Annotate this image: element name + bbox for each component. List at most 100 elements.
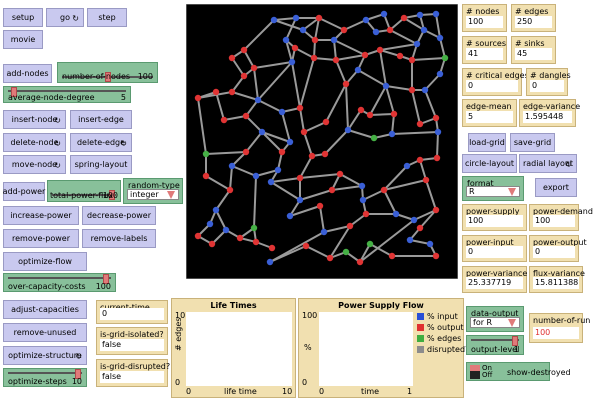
network-node[interactable] [356, 258, 364, 266]
optimize-steps-slider[interactable]: optimize-steps 10 [3, 368, 87, 387]
network-node[interactable] [310, 54, 318, 62]
network-node[interactable] [359, 196, 367, 204]
network-node[interactable] [354, 66, 362, 74]
average-node-degree-slider[interactable]: average-node-degree 5 [3, 86, 131, 103]
network-node[interactable] [426, 240, 434, 248]
network-node[interactable] [299, 26, 307, 34]
network-node[interactable] [286, 138, 294, 146]
network-node[interactable] [296, 104, 304, 112]
network-node[interactable] [434, 128, 442, 136]
network-node[interactable] [342, 80, 350, 88]
network-node[interactable] [315, 14, 323, 22]
network-node[interactable] [228, 162, 236, 170]
switch-knob[interactable] [470, 365, 480, 371]
network-node[interactable] [370, 134, 378, 142]
network-node[interactable] [420, 26, 428, 34]
network-node[interactable] [388, 252, 396, 260]
network-node[interactable] [416, 224, 424, 232]
network-node[interactable] [436, 34, 444, 42]
network-node[interactable] [282, 36, 290, 44]
network-node[interactable] [268, 244, 276, 252]
network-node[interactable] [340, 26, 348, 34]
network-node[interactable] [358, 182, 366, 190]
network-node[interactable] [421, 86, 429, 94]
network-node[interactable] [403, 162, 411, 170]
remove-power-button[interactable]: remove-power [3, 229, 79, 248]
network-node[interactable] [416, 120, 424, 128]
output-level-slider[interactable]: output-level 1 [466, 335, 524, 355]
network-node[interactable] [202, 172, 210, 180]
network-node[interactable] [222, 226, 230, 234]
network-node[interactable] [366, 111, 374, 119]
remove-labels-button[interactable]: remove-labels [82, 229, 156, 248]
add-nodes-button[interactable]: add-nodes [3, 64, 52, 83]
network-node[interactable] [408, 56, 416, 64]
network-node[interactable] [433, 154, 441, 162]
show-destroyed-switch[interactable]: On Off show-destroyed [466, 362, 571, 381]
decrease-power-button[interactable]: decrease-power [82, 206, 156, 225]
network-node[interactable] [326, 254, 334, 262]
network-node[interactable] [242, 148, 250, 156]
network-node[interactable] [320, 228, 328, 236]
network-node[interactable] [406, 236, 414, 244]
data-output-chooser[interactable]: data-output for R [466, 306, 524, 332]
network-node[interactable] [240, 72, 248, 80]
network-node[interactable] [390, 110, 398, 118]
network-node[interactable] [441, 54, 449, 62]
optimize-flow-button[interactable]: optimize-flow [3, 252, 87, 271]
network-node[interactable] [267, 178, 275, 186]
network-node[interactable] [362, 16, 370, 24]
network-node[interactable] [252, 238, 260, 246]
network-node[interactable] [250, 224, 258, 232]
remove-unused-button[interactable]: remove-unused [3, 323, 87, 342]
network-node[interactable] [366, 240, 374, 248]
network-node[interactable] [254, 96, 262, 104]
network-node[interactable] [220, 116, 228, 124]
network-node[interactable] [270, 16, 278, 24]
network-node[interactable] [208, 240, 216, 248]
optimize-structure-button[interactable]: optimize-structure ↻ [3, 346, 87, 365]
load-grid-button[interactable]: load-grid [468, 133, 506, 152]
network-node[interactable] [410, 216, 418, 224]
network-node[interactable] [321, 150, 329, 158]
network-node[interactable] [194, 232, 202, 240]
network-node[interactable] [342, 248, 350, 256]
radial-layout-button[interactable]: radial layout ↻ [519, 154, 577, 173]
increase-power-button[interactable]: increase-power [3, 206, 79, 225]
network-node[interactable] [408, 86, 416, 94]
network-node[interactable] [400, 14, 408, 22]
network-node[interactable] [388, 130, 396, 138]
network-node[interactable] [240, 46, 248, 54]
network-node[interactable] [212, 88, 220, 96]
network-node[interactable] [332, 56, 340, 64]
network-node[interactable] [422, 176, 430, 184]
chooser-value[interactable]: for R [470, 317, 520, 328]
network-node[interactable] [376, 46, 384, 54]
number-of-nodes-slider[interactable]: number-of-nodes 100 [57, 62, 158, 83]
network-node[interactable] [250, 64, 258, 72]
step-button[interactable]: step [87, 8, 127, 27]
network-node[interactable] [311, 36, 319, 44]
network-node[interactable] [266, 258, 274, 266]
network-node[interactable] [228, 54, 236, 62]
spring-layout-button[interactable]: spring-layout [70, 155, 132, 174]
add-power-button[interactable]: add-power [3, 182, 45, 201]
network-node[interactable] [396, 52, 404, 60]
network-node[interactable] [296, 196, 304, 204]
network-node[interactable] [308, 152, 316, 160]
network-node[interactable] [236, 234, 244, 242]
network-node[interactable] [432, 206, 440, 214]
move-node-button[interactable]: move-node ↻ [3, 155, 66, 174]
network-node[interactable] [274, 166, 282, 174]
network-node[interactable] [416, 156, 424, 164]
network-node[interactable] [413, 40, 421, 48]
network-node[interactable] [296, 174, 304, 182]
network-node[interactable] [292, 14, 300, 22]
delete-edge-button[interactable]: delete-edge ↻ [70, 133, 132, 152]
network-node[interactable] [202, 150, 210, 158]
network-node[interactable] [380, 10, 388, 18]
network-node[interactable] [416, 11, 424, 19]
circle-layout-button[interactable]: circle-layout [462, 154, 517, 173]
network-node[interactable] [328, 186, 336, 194]
network-node[interactable] [288, 58, 296, 66]
